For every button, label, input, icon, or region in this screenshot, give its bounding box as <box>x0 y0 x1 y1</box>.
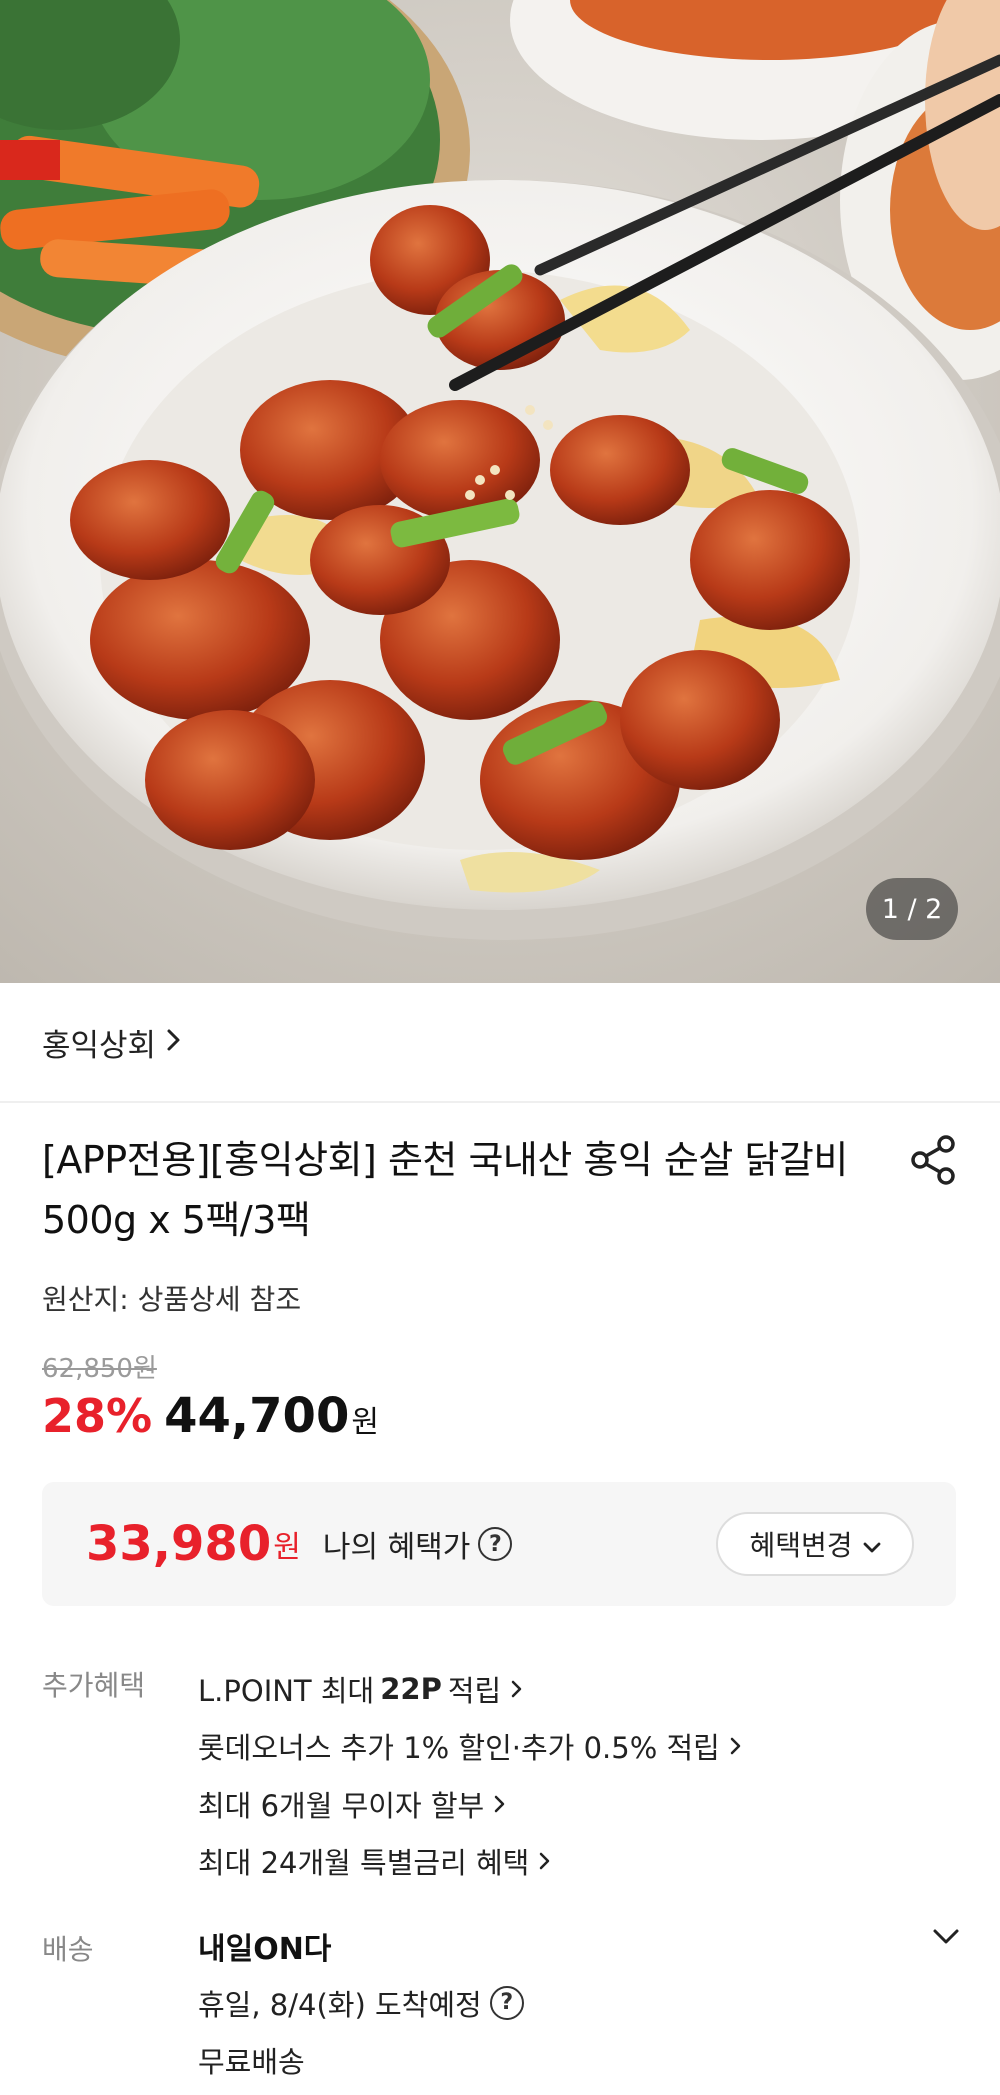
product-image-carousel[interactable]: 1 / 2 <box>0 0 1000 983</box>
benefit-lotte-owners-item[interactable]: 롯데오너스 추가 1% 할인·추가 0.5% 적립 <box>198 1718 742 1776</box>
delivery-title: 내일ON다 <box>198 1931 332 1967</box>
product-title: [APP전용][홍익상회] 춘천 국내산 홍익 순살 닭갈비 500g x 5팩… <box>42 1138 848 1242</box>
price-row: 28% 44,700 원 <box>42 1388 379 1444</box>
delivery-eta-row: 휴일, 8/4(화) 도착예정 ? <box>198 1974 524 2031</box>
benefit-lpoint-points: 22P <box>380 1671 442 1706</box>
benefit-installment-text: 최대 6개월 무이자 할부 <box>198 1788 485 1823</box>
product-title-block: [APP전용][홍익상회] 춘천 국내산 홍익 순살 닭갈비 500g x 5팩… <box>42 1130 882 1250</box>
delivery-info: 내일ON다 휴일, 8/4(화) 도착예정 ? 무료배송 <box>198 1917 524 2088</box>
benefit-lpoint-pre: L.POINT 최대 <box>198 1673 375 1708</box>
benefit-label: 나의 혜택가 <box>322 1530 471 1565</box>
discount-rate: 28% <box>42 1389 153 1443</box>
help-circle-icon[interactable]: ? <box>478 1527 513 1561</box>
change-benefit-label: 혜택변경 <box>749 1529 853 1562</box>
chevron-right-icon <box>494 1794 506 1814</box>
benefit-installment-item[interactable]: 최대 6개월 무이자 할부 <box>198 1775 742 1833</box>
image-counter: 1 / 2 <box>866 878 958 940</box>
chevron-right-icon <box>730 1736 742 1756</box>
chevron-right-icon <box>539 1851 551 1871</box>
benefit-lotte-owners-text: 롯데오너스 추가 1% 할인·추가 0.5% 적립 <box>198 1731 720 1766</box>
chevron-down-icon[interactable] <box>932 1928 960 1950</box>
chevron-right-icon <box>511 1679 523 1699</box>
original-price: 62,850원 <box>42 1354 157 1384</box>
price-unit: 원 <box>351 1405 379 1440</box>
product-photo <box>0 0 1000 983</box>
store-name: 홍익상회 <box>42 1027 157 1064</box>
delivery-eta: 휴일, 8/4(화) 도착예정 <box>198 1987 482 2022</box>
benefit-price-unit: 원 <box>273 1530 301 1565</box>
benefit-special-rate-item[interactable]: 최대 24개월 특별금리 혜택 <box>198 1833 742 1891</box>
my-benefit-price-box: 33,980 원 나의 혜택가 ? 혜택변경 <box>42 1482 956 1606</box>
delivery-label: 배송 <box>42 1933 94 1966</box>
sale-price: 44,700 <box>164 1388 350 1444</box>
change-benefit-button[interactable]: 혜택변경 <box>716 1512 914 1576</box>
product-origin: 원산지: 상품상세 참조 <box>42 1283 302 1316</box>
benefit-lpoint-post: 적립 <box>447 1673 502 1708</box>
share-icon[interactable] <box>908 1134 960 1186</box>
benefit-price: 33,980 <box>86 1516 272 1572</box>
extra-benefit-list: L.POINT 최대 22P 적립 롯데오너스 추가 1% 할인·추가 0.5%… <box>198 1660 742 1890</box>
delivery-fee: 무료배송 <box>198 2044 305 2079</box>
chevron-right-icon <box>166 1027 182 1057</box>
chevron-down-icon <box>863 1528 881 1561</box>
help-circle-icon[interactable]: ? <box>489 1985 524 2020</box>
extra-benefit-label: 추가혜택 <box>42 1669 146 1702</box>
store-link[interactable]: 홍익상회 <box>0 983 1000 1103</box>
benefit-special-rate-text: 최대 24개월 특별금리 혜택 <box>198 1846 530 1881</box>
benefit-lpoint-item[interactable]: L.POINT 최대 22P 적립 <box>198 1660 742 1718</box>
